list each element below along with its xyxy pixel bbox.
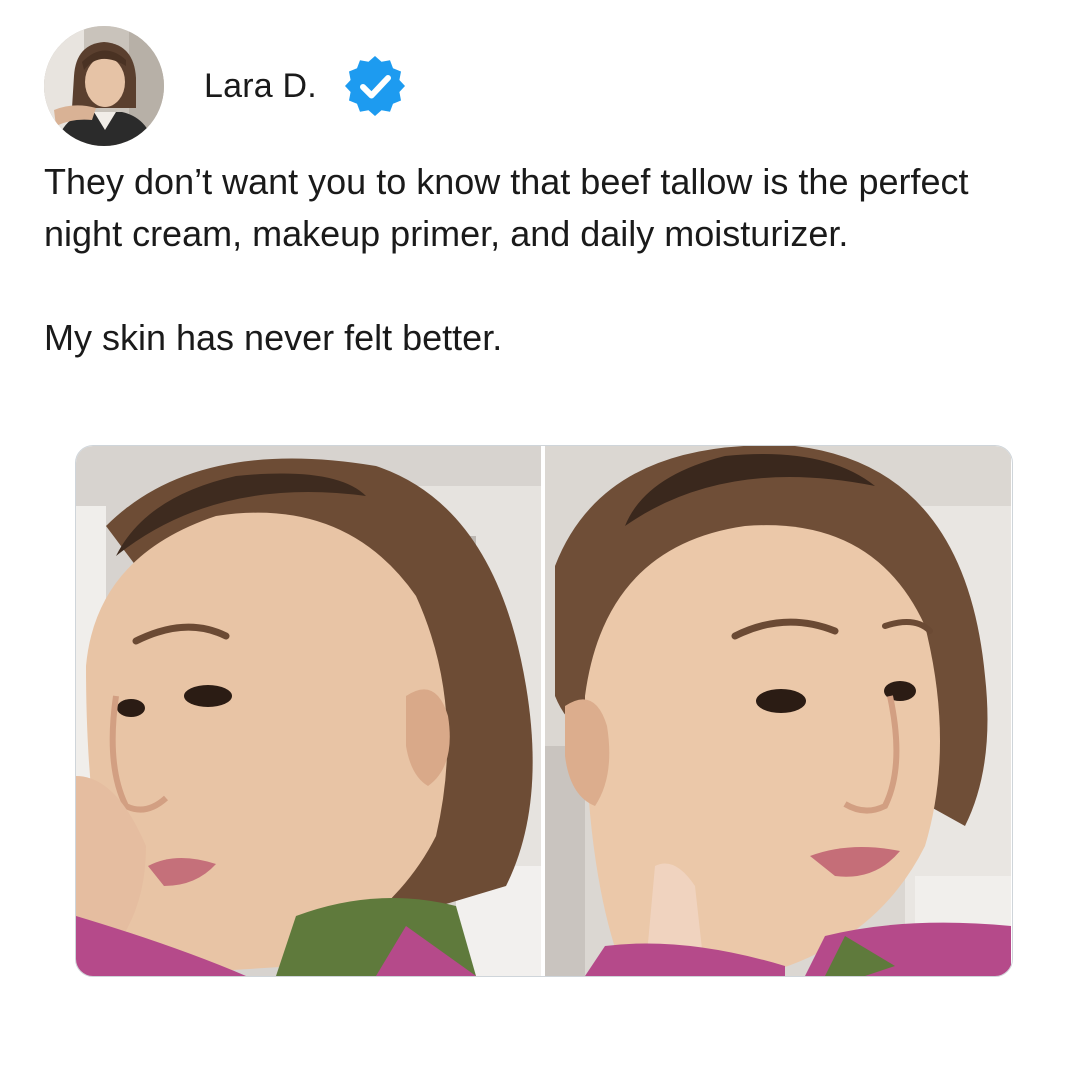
media-photo-left[interactable]: [76, 446, 541, 976]
media-photo-right[interactable]: [545, 446, 1011, 976]
post-header: Lara D.: [44, 26, 407, 146]
social-post: Lara D. They don’t want you to know that…: [0, 0, 1080, 1080]
avatar-photo-icon: [44, 26, 164, 146]
post-body: They don’t want you to know that beef ta…: [44, 156, 1034, 364]
verified-badge-icon: [343, 54, 407, 118]
author-name[interactable]: Lara D.: [204, 67, 317, 106]
author-avatar[interactable]: [44, 26, 164, 146]
selfie-photo-icon: [76, 446, 541, 976]
selfie-photo-icon: [545, 446, 1011, 976]
post-media[interactable]: [75, 445, 1013, 977]
post-text-paragraph-1: They don’t want you to know that beef ta…: [44, 161, 969, 254]
post-text-paragraph-2: My skin has never felt better.: [44, 317, 503, 358]
